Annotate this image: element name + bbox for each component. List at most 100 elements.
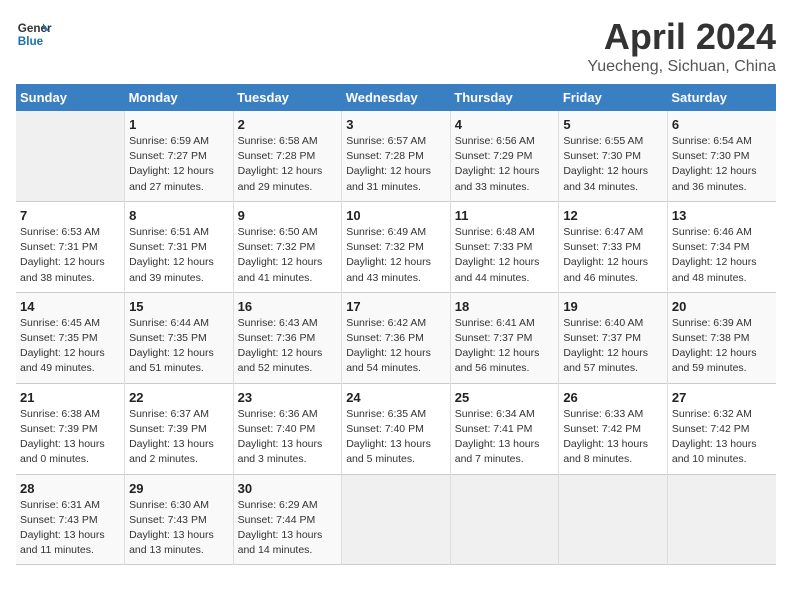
logo: General Blue [16,16,52,52]
day-info: Sunrise: 6:57 AM Sunset: 7:28 PM Dayligh… [346,134,446,195]
day-cell: 27 Sunrise: 6:32 AM Sunset: 7:42 PM Dayli… [667,383,776,474]
day-number: 11 [455,208,555,223]
day-number: 16 [238,299,338,314]
day-number: 12 [563,208,663,223]
day-info: Sunrise: 6:51 AM Sunset: 7:31 PM Dayligh… [129,225,229,286]
day-number: 27 [672,390,772,405]
day-info: Sunrise: 6:40 AM Sunset: 7:37 PM Dayligh… [563,316,663,377]
day-info: Sunrise: 6:29 AM Sunset: 7:44 PM Dayligh… [238,498,338,559]
day-number: 19 [563,299,663,314]
day-number: 3 [346,117,446,132]
day-info: Sunrise: 6:54 AM Sunset: 7:30 PM Dayligh… [672,134,772,195]
calendar-table: SundayMondayTuesdayWednesdayThursdayFrid… [16,84,776,565]
day-cell [342,474,451,565]
day-number: 25 [455,390,555,405]
day-cell: 20 Sunrise: 6:39 AM Sunset: 7:38 PM Dayli… [667,292,776,383]
day-info: Sunrise: 6:59 AM Sunset: 7:27 PM Dayligh… [129,134,229,195]
day-number: 13 [672,208,772,223]
day-cell: 28 Sunrise: 6:31 AM Sunset: 7:43 PM Dayli… [16,474,125,565]
col-header-wednesday: Wednesday [342,84,451,111]
week-row-3: 21 Sunrise: 6:38 AM Sunset: 7:39 PM Dayli… [16,383,776,474]
day-cell [16,111,125,201]
day-cell: 17 Sunrise: 6:42 AM Sunset: 7:36 PM Dayli… [342,292,451,383]
week-row-4: 28 Sunrise: 6:31 AM Sunset: 7:43 PM Dayli… [16,474,776,565]
day-info: Sunrise: 6:55 AM Sunset: 7:30 PM Dayligh… [563,134,663,195]
day-info: Sunrise: 6:50 AM Sunset: 7:32 PM Dayligh… [238,225,338,286]
day-info: Sunrise: 6:30 AM Sunset: 7:43 PM Dayligh… [129,498,229,559]
day-cell: 13 Sunrise: 6:46 AM Sunset: 7:34 PM Dayli… [667,201,776,292]
day-cell: 14 Sunrise: 6:45 AM Sunset: 7:35 PM Dayli… [16,292,125,383]
day-info: Sunrise: 6:44 AM Sunset: 7:35 PM Dayligh… [129,316,229,377]
day-info: Sunrise: 6:46 AM Sunset: 7:34 PM Dayligh… [672,225,772,286]
day-info: Sunrise: 6:53 AM Sunset: 7:31 PM Dayligh… [20,225,120,286]
day-cell: 24Sunrise: 6:35 AM Sunset: 7:40 PM Dayli… [342,383,451,474]
day-cell: 19 Sunrise: 6:40 AM Sunset: 7:37 PM Dayli… [559,292,668,383]
day-info: Sunrise: 6:33 AM Sunset: 7:42 PM Dayligh… [563,407,663,468]
day-cell: 3 Sunrise: 6:57 AM Sunset: 7:28 PM Daylig… [342,111,451,201]
day-number: 4 [455,117,555,132]
col-header-sunday: Sunday [16,84,125,111]
day-info: Sunrise: 6:45 AM Sunset: 7:35 PM Dayligh… [20,316,120,377]
day-number: 6 [672,117,772,132]
day-info: Sunrise: 6:43 AM Sunset: 7:36 PM Dayligh… [238,316,338,377]
day-cell [450,474,559,565]
day-number: 21 [20,390,120,405]
day-cell: 12 Sunrise: 6:47 AM Sunset: 7:33 PM Dayli… [559,201,668,292]
col-header-saturday: Saturday [667,84,776,111]
day-cell: 9Sunrise: 6:50 AM Sunset: 7:32 PM Daylig… [233,201,342,292]
day-info: Sunrise: 6:39 AM Sunset: 7:38 PM Dayligh… [672,316,772,377]
title-block: April 2024 Yuecheng, Sichuan, China [587,16,776,76]
day-cell: 25 Sunrise: 6:34 AM Sunset: 7:41 PM Dayli… [450,383,559,474]
day-info: Sunrise: 6:38 AM Sunset: 7:39 PM Dayligh… [20,407,120,468]
day-number: 5 [563,117,663,132]
svg-text:Blue: Blue [18,35,44,48]
month-title: April 2024 [587,16,776,58]
day-number: 2 [238,117,338,132]
location-title: Yuecheng, Sichuan, China [587,58,776,76]
day-info: Sunrise: 6:49 AM Sunset: 7:32 PM Dayligh… [346,225,446,286]
day-info: Sunrise: 6:56 AM Sunset: 7:29 PM Dayligh… [455,134,555,195]
col-header-friday: Friday [559,84,668,111]
day-number: 10 [346,208,446,223]
week-row-0: 1Sunrise: 6:59 AM Sunset: 7:27 PM Daylig… [16,111,776,201]
day-number: 26 [563,390,663,405]
day-cell: 7 Sunrise: 6:53 AM Sunset: 7:31 PM Daylig… [16,201,125,292]
col-header-tuesday: Tuesday [233,84,342,111]
header-row: SundayMondayTuesdayWednesdayThursdayFrid… [16,84,776,111]
day-info: Sunrise: 6:58 AM Sunset: 7:28 PM Dayligh… [238,134,338,195]
day-cell: 11 Sunrise: 6:48 AM Sunset: 7:33 PM Dayli… [450,201,559,292]
week-row-1: 7 Sunrise: 6:53 AM Sunset: 7:31 PM Daylig… [16,201,776,292]
day-cell: 5 Sunrise: 6:55 AM Sunset: 7:30 PM Daylig… [559,111,668,201]
day-cell [667,474,776,565]
day-cell: 8 Sunrise: 6:51 AM Sunset: 7:31 PM Daylig… [125,201,234,292]
day-info: Sunrise: 6:37 AM Sunset: 7:39 PM Dayligh… [129,407,229,468]
day-info: Sunrise: 6:32 AM Sunset: 7:42 PM Dayligh… [672,407,772,468]
day-info: Sunrise: 6:42 AM Sunset: 7:36 PM Dayligh… [346,316,446,377]
day-number: 28 [20,481,120,496]
day-info: Sunrise: 6:36 AM Sunset: 7:40 PM Dayligh… [238,407,338,468]
day-number: 23 [238,390,338,405]
logo-icon: General Blue [16,16,52,52]
col-header-monday: Monday [125,84,234,111]
day-number: 29 [129,481,229,496]
day-cell [559,474,668,565]
day-info: Sunrise: 6:47 AM Sunset: 7:33 PM Dayligh… [563,225,663,286]
day-number: 17 [346,299,446,314]
day-number: 24 [346,390,446,405]
day-cell: 22 Sunrise: 6:37 AM Sunset: 7:39 PM Dayli… [125,383,234,474]
day-number: 15 [129,299,229,314]
header: General Blue April 2024 Yuecheng, Sichua… [16,16,776,76]
col-header-thursday: Thursday [450,84,559,111]
day-number: 7 [20,208,120,223]
day-number: 14 [20,299,120,314]
day-cell: 10 Sunrise: 6:49 AM Sunset: 7:32 PM Dayli… [342,201,451,292]
day-number: 22 [129,390,229,405]
day-cell: 1Sunrise: 6:59 AM Sunset: 7:27 PM Daylig… [125,111,234,201]
day-info: Sunrise: 6:34 AM Sunset: 7:41 PM Dayligh… [455,407,555,468]
day-number: 20 [672,299,772,314]
day-info: Sunrise: 6:31 AM Sunset: 7:43 PM Dayligh… [20,498,120,559]
day-info: Sunrise: 6:48 AM Sunset: 7:33 PM Dayligh… [455,225,555,286]
day-cell: 29 Sunrise: 6:30 AM Sunset: 7:43 PM Dayli… [125,474,234,565]
day-number: 8 [129,208,229,223]
day-number: 18 [455,299,555,314]
